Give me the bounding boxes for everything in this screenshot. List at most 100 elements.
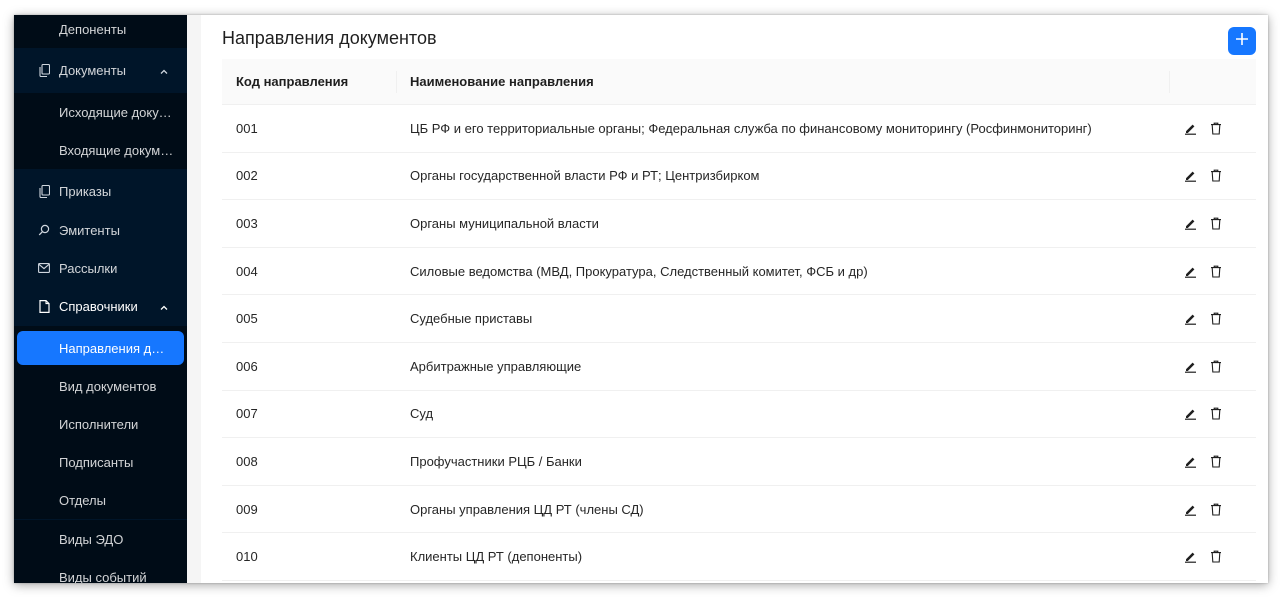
row-actions [1169,169,1256,183]
delete-icon[interactable] [1209,359,1223,373]
delete-icon[interactable] [1209,121,1223,135]
column-header-actions [1169,59,1256,104]
edit-icon[interactable] [1183,454,1197,468]
delete-icon[interactable] [1209,169,1223,183]
cell-code: 009 [236,501,258,517]
sidebar-item-edo-types[interactable]: Виды ЭДО [14,520,187,558]
sidebar-item-label: Приказы [59,183,112,199]
cell-code: 003 [236,215,258,231]
sidebar-item-label: Справочники [59,298,138,314]
page-title: Направления документов [222,28,437,48]
edit-icon[interactable] [1183,121,1197,135]
row-actions [1169,550,1256,564]
delete-icon[interactable] [1209,312,1223,326]
document-icon [38,63,50,77]
mail-icon [38,261,50,275]
table-row: 006 Арбитражные управляющие [222,343,1256,391]
sidebar-item-mailings[interactable]: Рассылки [14,249,187,287]
edit-icon[interactable] [1183,264,1197,278]
cell-name: ЦБ РФ и его территориальные органы; Феде… [410,120,1092,136]
edit-icon[interactable] [1183,216,1197,230]
sidebar-item-departments[interactable]: Отделы [14,481,187,519]
row-actions [1169,121,1256,135]
main-content: Направления документов Код направления Н… [201,15,1268,583]
table-body: 001 ЦБ РФ и его территориальные органы; … [222,105,1256,581]
cell-name: Органы управления ЦД РТ (члены СД) [410,501,644,517]
cell-code: 006 [236,358,258,374]
edit-icon[interactable] [1183,407,1197,421]
sidebar-item-event-types[interactable]: Виды событий [14,558,187,583]
sidebar-item-outgoing-documents[interactable]: Исходящие документы [14,93,187,131]
sidebar: Депоненты Документы Исходящие документы … [14,15,187,583]
add-button[interactable] [1228,27,1256,55]
table-row: 010 Клиенты ЦД РТ (депоненты) [222,533,1256,581]
row-actions [1169,359,1256,373]
cell-code: 001 [236,120,258,136]
sidebar-item-label: Эмитенты [59,222,120,238]
table-row: 005 Судебные приставы [222,295,1256,343]
sidebar-item-label: Виды событий [59,569,147,584]
edit-icon[interactable] [1183,359,1197,373]
cell-name: Арбитражные управляющие [410,358,582,374]
sidebar-item-document-types[interactable]: Вид документов [14,367,187,405]
search-icon [38,223,50,237]
layout-gutter [187,15,201,583]
delete-icon[interactable] [1209,550,1223,564]
cell-code: 002 [236,168,258,184]
sidebar-item-issuers[interactable]: Эмитенты [14,211,187,249]
directions-table: Код направления Наименование направления… [222,59,1256,581]
sidebar-item-label: Входящие документы [59,142,174,158]
table-header: Код направления Наименование направления [222,59,1256,105]
sidebar-item-document-directions[interactable]: Направления документов [17,331,184,365]
document-icon [38,184,50,198]
cell-name: Судебные приставы [410,311,533,327]
sidebar-item-label: Исходящие документы [59,104,174,120]
sidebar-item-depositors[interactable]: Депоненты [14,15,187,48]
row-actions [1169,264,1256,278]
cell-code: 004 [236,263,258,279]
sidebar-item-references[interactable]: Справочники [14,287,187,325]
delete-icon[interactable] [1209,454,1223,468]
sidebar-item-label: Депоненты [59,21,127,37]
sidebar-item-executors[interactable]: Исполнители [14,405,187,443]
cell-code: 010 [236,549,258,565]
cell-code: 008 [236,453,258,469]
column-header-code[interactable]: Код направления [222,59,396,104]
cell-name: Профучастники РЦБ / Банки [410,453,582,469]
table-row: 004 Силовые ведомства (МВД, Прокуратура,… [222,248,1256,296]
cell-name: Суд [410,406,434,422]
chevron-up-icon [159,65,169,75]
sidebar-item-label: Направления документов [59,340,171,356]
row-actions [1169,407,1256,421]
cell-name: Органы государственной власти РФ и РТ; Ц… [410,168,760,184]
row-actions [1169,454,1256,468]
plus-icon [1235,32,1249,51]
row-actions [1169,502,1256,516]
delete-icon[interactable] [1209,502,1223,516]
sidebar-item-label: Вид документов [59,378,157,394]
delete-icon[interactable] [1209,407,1223,421]
edit-icon[interactable] [1183,169,1197,183]
cell-name: Органы муниципальной власти [410,215,599,231]
row-actions [1169,216,1256,230]
sidebar-item-label: Исполнители [59,416,139,432]
delete-icon[interactable] [1209,216,1223,230]
app-window: Депоненты Документы Исходящие документы … [14,15,1268,583]
table-row: 009 Органы управления ЦД РТ (члены СД) [222,486,1256,534]
sidebar-item-incoming-documents[interactable]: Входящие документы [14,131,187,169]
sidebar-item-signatories[interactable]: Подписанты [14,443,187,481]
sidebar-item-label: Документы [59,62,127,78]
sidebar-item-orders[interactable]: Приказы [14,172,187,210]
table-row: 001 ЦБ РФ и его территориальные органы; … [222,105,1256,153]
column-header-name[interactable]: Наименование направления [396,59,1169,104]
table-row: 003 Органы муниципальной власти [222,200,1256,248]
cell-code: 005 [236,311,258,327]
edit-icon[interactable] [1183,502,1197,516]
edit-icon[interactable] [1183,312,1197,326]
sidebar-item-label: Рассылки [59,260,118,276]
delete-icon[interactable] [1209,264,1223,278]
file-icon [38,299,50,313]
row-actions [1169,312,1256,326]
sidebar-item-documents[interactable]: Документы [14,51,187,89]
edit-icon[interactable] [1183,550,1197,564]
